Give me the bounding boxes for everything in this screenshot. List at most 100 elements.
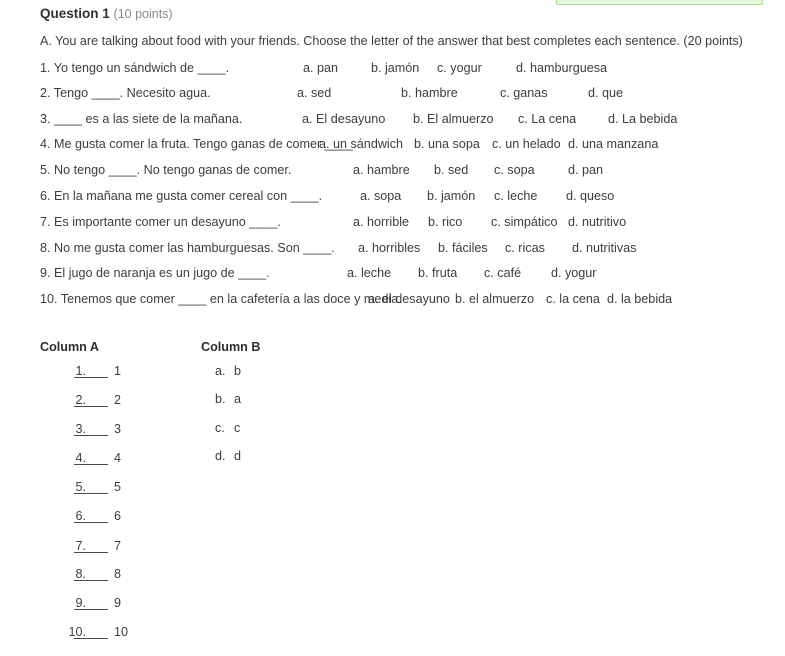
answer-option[interactable]: b. el almuerzo (455, 291, 534, 307)
matching-row-item: 4 (114, 451, 122, 465)
matching-row: 10. 10 (40, 624, 200, 652)
question-points: (10 points) (113, 7, 173, 21)
answer-option[interactable]: b. sed (434, 162, 468, 178)
question-row: 7. Es importante comer un desayuno ____.… (40, 214, 780, 230)
column-b-letter: b. (215, 392, 226, 406)
answer-option[interactable]: d. una manzana (568, 136, 658, 152)
matching-answer-blank[interactable] (74, 638, 108, 639)
top-status-banner (556, 0, 763, 5)
answer-option[interactable]: c. yogur (437, 60, 482, 76)
answer-option[interactable]: d. La bebida (608, 111, 677, 127)
column-b-letter: a. (215, 364, 226, 378)
question-stem: 1. Yo tengo un sándwich de ____. (40, 61, 230, 75)
answer-option[interactable]: c. un helado (492, 136, 561, 152)
question-stem: 5. No tengo ____. No tengo ganas de come… (40, 163, 292, 177)
answer-option[interactable]: d. hamburguesa (516, 60, 607, 76)
answer-option[interactable]: b. fáciles (438, 240, 488, 256)
question-row: 5. No tengo ____. No tengo ganas de come… (40, 162, 780, 178)
matching-answer-blank[interactable] (74, 493, 108, 494)
matching-answer-blank[interactable] (74, 609, 108, 610)
answer-option[interactable]: c. café (484, 265, 521, 281)
matching-answer-blank[interactable] (74, 522, 108, 523)
matching-row: 3. 3 (40, 421, 200, 449)
question-row: 3. ____ es a las siete de la mañana. a. E… (40, 111, 780, 127)
matching-row: 2. 2 (40, 392, 200, 420)
column-b-row: a. b (201, 363, 321, 391)
answer-option[interactable]: c. sopa (494, 162, 535, 178)
question-stem: 9. El jugo de naranja es un jugo de ____… (40, 266, 270, 280)
matching-row-item: 2 (114, 393, 122, 407)
matching-row: 1. 1 (40, 363, 200, 391)
answer-option[interactable]: d. yogur (551, 265, 597, 281)
column-b-value: a (234, 392, 242, 406)
answer-option[interactable]: b. jamón (427, 188, 475, 204)
matching-answer-blank[interactable] (74, 406, 108, 407)
question-row: 8. No me gusta comer las hamburguesas. S… (40, 240, 780, 256)
question-row: 2. Tengo ____. Necesito agua. a. sed b. ha… (40, 85, 780, 101)
answer-option[interactable]: c. ganas (500, 85, 548, 101)
matching-row-item: 7 (114, 539, 122, 553)
answer-option[interactable]: b. jamón (371, 60, 419, 76)
matching-row: 9. 9 (40, 595, 200, 623)
answer-option[interactable]: a. el desayuno (368, 291, 450, 307)
column-b-letter: c. (215, 421, 225, 435)
matching-row-item: 1 (114, 364, 122, 378)
column-b-row: b. a (201, 391, 321, 419)
answer-option[interactable]: d. pan (568, 162, 603, 178)
answer-option[interactable]: a. horribles (358, 240, 420, 256)
answer-option[interactable]: a. hambre (353, 162, 410, 178)
answer-option[interactable]: b. una sopa (414, 136, 480, 152)
question-row: 1. Yo tengo un sándwich de ____. a. pan b.… (40, 60, 780, 76)
matching-answer-blank[interactable] (74, 580, 108, 581)
matching-answer-blank[interactable] (74, 552, 108, 553)
column-b-value: d (234, 449, 242, 463)
answer-option[interactable]: d. nutritivas (572, 240, 636, 256)
answer-option[interactable]: a. pan (303, 60, 338, 76)
matching-answer-blank[interactable] (74, 464, 108, 465)
question-stem: 10. Tenemos que comer ____ en la cafeter… (40, 292, 402, 306)
question-title: Question 1 (40, 6, 110, 21)
instructions-text: A. You are talking about food with your … (40, 34, 743, 48)
answer-option[interactable]: d. que (588, 85, 623, 101)
matching-row-item: 8 (114, 567, 122, 581)
page-title: Question 1 (10 points) (40, 5, 173, 23)
answer-option[interactable]: d. la bebida (607, 291, 672, 307)
column-b-heading: Column B (201, 340, 261, 354)
matching-row: 4. 4 (40, 450, 200, 478)
answer-option[interactable]: c. ricas (505, 240, 545, 256)
matching-row: 6. 6 (40, 508, 200, 536)
answer-option[interactable]: c. la cena (546, 291, 600, 307)
answer-option[interactable]: d. nutritivo (568, 214, 626, 230)
question-row: 6. En la mañana me gusta comer cereal co… (40, 188, 780, 204)
matching-answer-blank[interactable] (74, 435, 108, 436)
answer-option[interactable]: a. horrible (353, 214, 409, 230)
answer-option[interactable]: c. La cena (518, 111, 576, 127)
answer-option[interactable]: d. queso (566, 188, 614, 204)
answer-option[interactable]: b. rico (428, 214, 462, 230)
matching-row-item: 6 (114, 509, 122, 523)
answer-option[interactable]: b. fruta (418, 265, 457, 281)
question-stem: 2. Tengo ____. Necesito agua. (40, 86, 211, 100)
column-b-row: d. d (201, 448, 321, 476)
question-stem: 4. Me gusta comer la fruta. Tengo ganas … (40, 137, 357, 151)
answer-option[interactable]: a. sed (297, 85, 331, 101)
question-row: 9. El jugo de naranja es un jugo de ____… (40, 265, 780, 281)
answer-option[interactable]: b. El almuerzo (413, 111, 494, 127)
answer-option[interactable]: a. un sándwich (319, 136, 403, 152)
question-stem: 3. ____ es a las siete de la mañana. (40, 112, 243, 126)
question-stem: 8. No me gusta comer las hamburguesas. S… (40, 241, 335, 255)
matching-row-item: 3 (114, 422, 122, 436)
column-b-row: c. c (201, 420, 321, 448)
answer-option[interactable]: b. hambre (401, 85, 458, 101)
answer-option[interactable]: c. simpático (491, 214, 558, 230)
answer-option[interactable]: a. leche (347, 265, 391, 281)
question-row: 10. Tenemos que comer ____ en la cafeter… (40, 291, 780, 307)
matching-answer-blank[interactable] (74, 377, 108, 378)
matching-row-item: 5 (114, 480, 122, 494)
column-a-heading: Column A (40, 340, 99, 354)
answer-option[interactable]: a. sopa (360, 188, 401, 204)
answer-option[interactable]: c. leche (494, 188, 537, 204)
question-row: 4. Me gusta comer la fruta. Tengo ganas … (40, 136, 780, 152)
matching-row: 5. 5 (40, 479, 200, 507)
answer-option[interactable]: a. El desayuno (302, 111, 385, 127)
